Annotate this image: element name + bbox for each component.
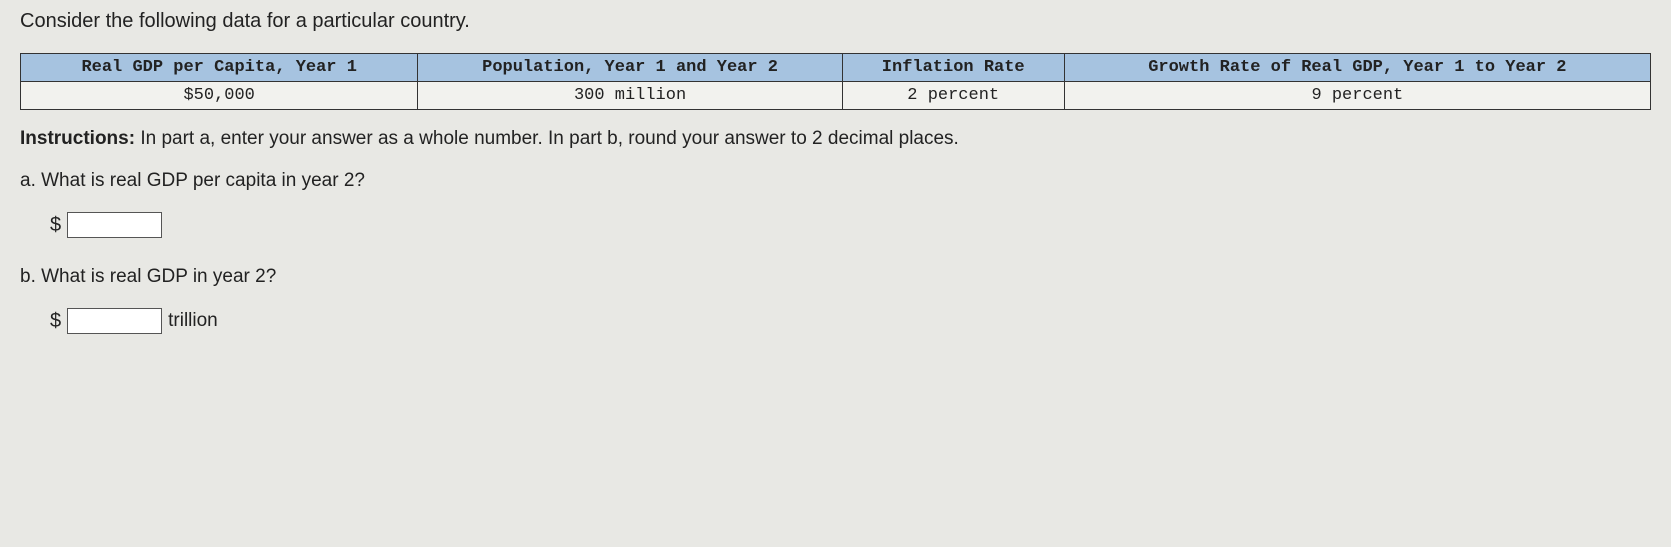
header-population: Population, Year 1 and Year 2 bbox=[418, 54, 842, 82]
instructions-text: In part a, enter your answer as a whole … bbox=[135, 128, 959, 149]
header-growth-rate: Growth Rate of Real GDP, Year 1 to Year … bbox=[1064, 54, 1650, 82]
header-inflation: Inflation Rate bbox=[842, 54, 1064, 82]
value-gdp-capita: $50,000 bbox=[21, 82, 418, 110]
value-growth-rate: 9 percent bbox=[1064, 82, 1650, 110]
answer-b-line: $ trillion bbox=[50, 308, 1651, 334]
dollar-sign-b: $ bbox=[50, 310, 61, 333]
dollar-sign-a: $ bbox=[50, 214, 61, 237]
table-value-row: $50,000 300 million 2 percent 9 percent bbox=[21, 82, 1651, 110]
question-a: a. What is real GDP per capita in year 2… bbox=[20, 170, 1651, 192]
table-header-row: Real GDP per Capita, Year 1 Population, … bbox=[21, 54, 1651, 82]
header-gdp-capita: Real GDP per Capita, Year 1 bbox=[21, 54, 418, 82]
value-population: 300 million bbox=[418, 82, 842, 110]
data-table: Real GDP per Capita, Year 1 Population, … bbox=[20, 53, 1651, 110]
intro-text: Consider the following data for a partic… bbox=[20, 10, 1651, 33]
answer-a-line: $ bbox=[50, 212, 1651, 238]
answer-b-input[interactable] bbox=[67, 308, 162, 334]
question-b: b. What is real GDP in year 2? bbox=[20, 266, 1651, 288]
answer-a-input[interactable] bbox=[67, 212, 162, 238]
instructions: Instructions: In part a, enter your answ… bbox=[20, 128, 1651, 150]
instructions-label: Instructions: bbox=[20, 128, 135, 149]
unit-b: trillion bbox=[168, 310, 218, 332]
value-inflation: 2 percent bbox=[842, 82, 1064, 110]
